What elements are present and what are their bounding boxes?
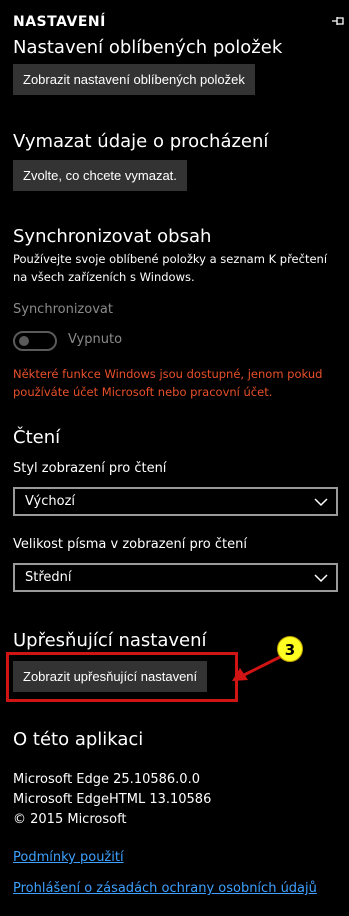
sync-toggle-state: Vypnuto <box>68 332 123 347</box>
clear-data-section-title: Vymazat údaje o procházení <box>13 131 269 152</box>
sync-section-title: Synchronizovat obsah <box>13 226 212 247</box>
reading-style-value: Výchozí <box>25 494 76 509</box>
reading-style-select[interactable]: Výchozí <box>13 487 338 516</box>
sync-warning-text: Některé funkce Windows jsou dostupné, je… <box>13 367 323 399</box>
reading-font-size-label: Velikost písma v zobrazení pro čtení <box>13 537 247 552</box>
edgehtml-version: Microsoft EdgeHTML 13.10586 <box>13 792 212 807</box>
reading-font-size-select[interactable]: Střední <box>13 563 338 592</box>
chevron-down-icon <box>314 574 328 583</box>
highlight-box <box>6 652 238 702</box>
show-favorites-settings-button[interactable]: Zobrazit nastavení oblíbených položek <box>13 64 255 95</box>
choose-what-to-clear-button[interactable]: Zvolte, co chcete vymazat. <box>13 160 187 191</box>
reading-style-label: Styl zobrazení pro čtení <box>13 461 167 476</box>
callout-arrow-icon <box>232 654 283 681</box>
sync-description: Používejte svoje oblíbené položky a sezn… <box>13 252 328 284</box>
chevron-down-icon <box>314 498 328 507</box>
panel-title: NASTAVENÍ <box>13 14 106 30</box>
favorites-section-title: Nastavení oblíbených položek <box>13 37 283 58</box>
pin-icon[interactable] <box>330 13 346 29</box>
step-number-badge: 3 <box>277 636 303 662</box>
reading-font-size-value: Střední <box>25 570 72 585</box>
settings-panel: NASTAVENÍ Nastavení oblíbených položek Z… <box>0 0 349 916</box>
copyright: © 2015 Microsoft <box>13 812 127 827</box>
about-section-title: O této aplikaci <box>13 729 144 750</box>
advanced-section-title: Upřesňující nastavení <box>13 630 207 651</box>
edge-version: Microsoft Edge 25.10586.0.0 <box>13 772 200 787</box>
terms-of-use-link[interactable]: Podmínky použití <box>13 850 124 865</box>
sync-toggle-label: Synchronizovat <box>13 302 113 317</box>
reading-section-title: Čtení <box>13 427 61 448</box>
privacy-statement-link[interactable]: Prohlášení o zásadách ochrany osobních ú… <box>13 881 317 896</box>
toggle-knob <box>19 336 29 346</box>
sync-toggle[interactable] <box>13 331 57 351</box>
